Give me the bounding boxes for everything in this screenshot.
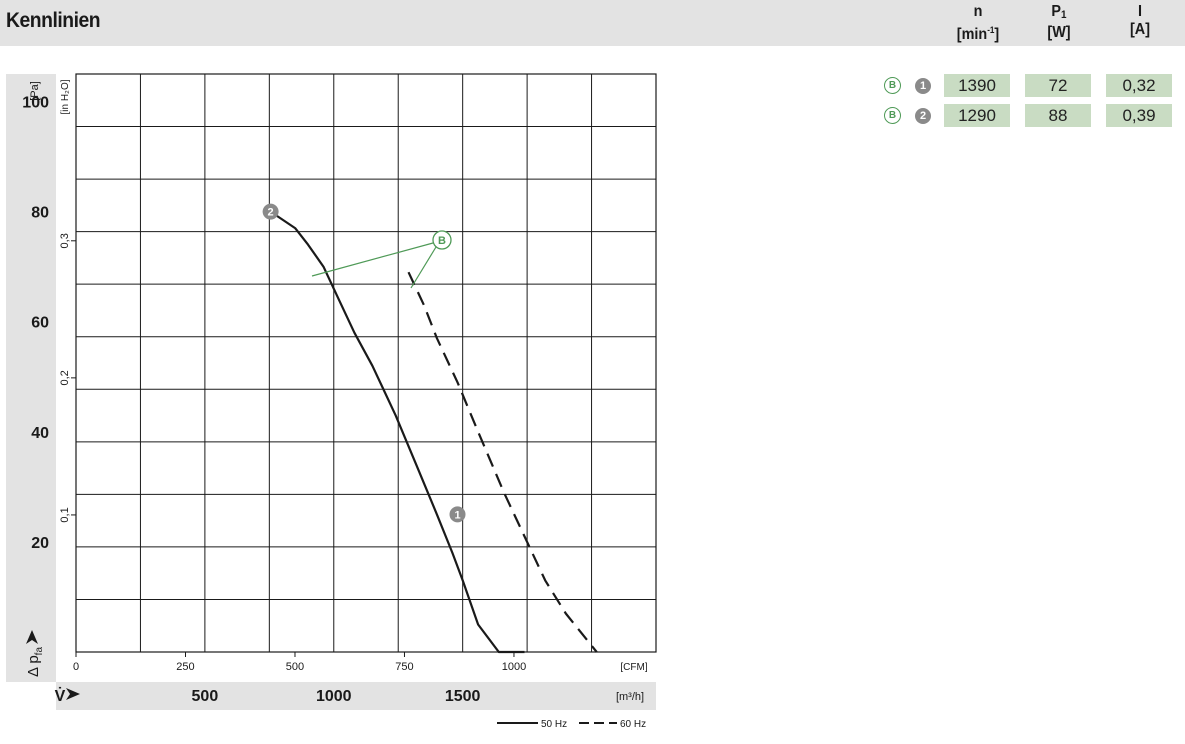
curve-annotation-label: B xyxy=(438,235,446,247)
y-secondary-unit: [in H₂O] xyxy=(60,79,71,114)
x-tick-label: 1000 xyxy=(316,688,352,705)
fan-curve-chart: 20406080100[Pa]0,10,20,3[in H₂O]Δ pfa0 25… xyxy=(22,73,657,730)
operating-point-marker-label: 2 xyxy=(268,207,274,219)
x-axis-arrow xyxy=(66,688,80,700)
x-secondary-tick-label: 250 xyxy=(176,661,194,673)
y-axis-arrow xyxy=(26,630,38,644)
x-secondary-tick-label: 0 xyxy=(73,661,79,673)
x-secondary-unit: [CFM] xyxy=(620,662,647,673)
plot-area xyxy=(75,73,657,653)
y-axis-unit: [Pa] xyxy=(29,81,41,101)
y-secondary-tick-label: 0,1 xyxy=(59,507,71,522)
y-tick-label: 40 xyxy=(31,425,49,442)
x-tick-label: 1500 xyxy=(445,688,481,705)
y-tick-label: 80 xyxy=(31,205,49,222)
y-axis-label-subscript: fa xyxy=(34,647,45,656)
y-axis-label: Δ pfa xyxy=(25,647,45,677)
x-secondary-tick-label: 500 xyxy=(286,661,304,673)
legend-dashed-label: 60 Hz xyxy=(620,719,646,730)
x-secondary-tick-label: 750 xyxy=(395,661,413,673)
operating-point-marker-label: 1 xyxy=(454,509,460,521)
legend-solid-label: 50 Hz xyxy=(541,719,567,730)
y-secondary-tick-label: 0,2 xyxy=(59,370,71,385)
y-tick-label: 20 xyxy=(31,535,49,552)
x-secondary-tick-label: 1000 xyxy=(502,661,526,673)
x-tick-label: 500 xyxy=(192,688,219,705)
x-axis-unit: [m³/h] xyxy=(616,691,644,703)
y-tick-label: 60 xyxy=(31,315,49,332)
y-secondary-tick-label: 0,3 xyxy=(59,233,71,248)
x-axis-label: V̇ xyxy=(55,687,66,705)
